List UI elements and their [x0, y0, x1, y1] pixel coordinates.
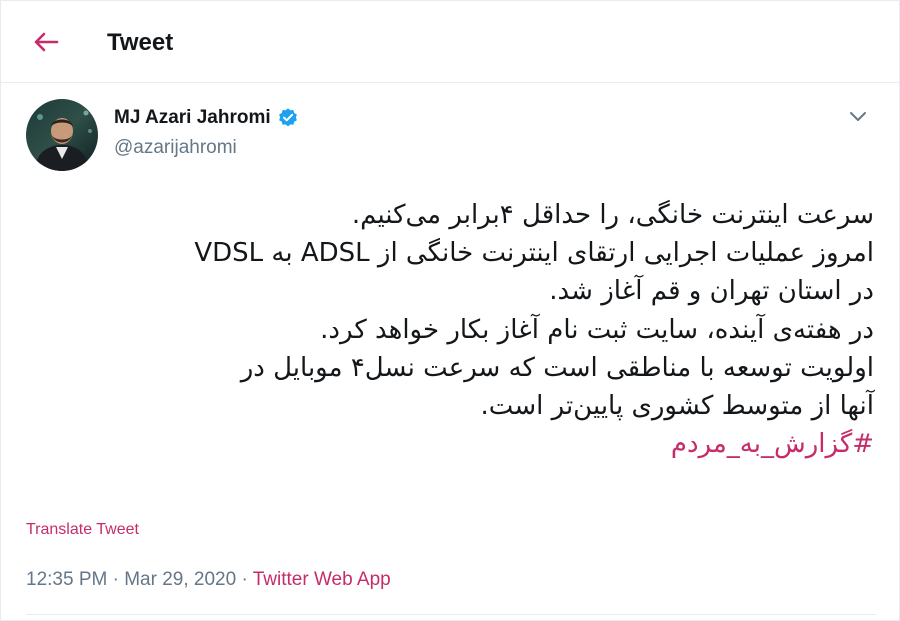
verified-badge-icon [278, 108, 297, 127]
tweet-text-line: در هفته‌ی آینده، سایت ثبت نام آغاز بکار … [320, 314, 874, 345]
avatar-image [26, 99, 98, 171]
tweet-metadata: 12:35 PM · Mar 29, 2020 · Twitter Web Ap… [26, 568, 391, 592]
tweet-date[interactable]: Mar 29, 2020 [124, 569, 236, 590]
meta-separator: · [241, 569, 248, 590]
divider [26, 614, 876, 615]
page-title: Tweet [107, 29, 174, 56]
tweet-text-line: امروز عملیات اجرایی ارتقای اینترنت خانگی… [194, 238, 874, 269]
tweet-text-line: آنها از متوسط کشوری پایین‌تر است. [480, 391, 874, 422]
meta-separator: · [112, 569, 119, 590]
author-name[interactable]: MJ Azari Jahromi [114, 106, 299, 130]
tweet-text: سرعت اینترنت خانگی، را حداقل ۴برابر می‌ک… [24, 196, 874, 463]
tweet-text-line: سرعت اینترنت خانگی، را حداقل ۴برابر می‌ک… [351, 200, 874, 230]
back-button[interactable] [26, 22, 66, 62]
hashtag-link[interactable]: #گزارش_به_مردم [24, 425, 874, 463]
arrow-left-icon [34, 32, 59, 52]
tweet-time[interactable]: 12:35 PM [26, 569, 107, 590]
tweet-source-link[interactable]: Twitter Web App [253, 569, 391, 590]
translate-tweet-link[interactable]: Translate Tweet [26, 520, 139, 540]
chevron-down-icon [850, 112, 866, 121]
author-handle[interactable]: @azarijahromi [114, 136, 237, 160]
page-header: Tweet [0, 0, 900, 83]
tweet-text-line: اولویت توسعه با مناطقی است که سرعت نسل۴ … [240, 352, 874, 383]
avatar[interactable] [26, 99, 98, 171]
tweet-text-line: در استان تهران و قم آغاز شد. [549, 276, 874, 307]
tweet-menu-button[interactable] [843, 102, 873, 132]
author-name-text: MJ Azari Jahromi [114, 107, 271, 128]
